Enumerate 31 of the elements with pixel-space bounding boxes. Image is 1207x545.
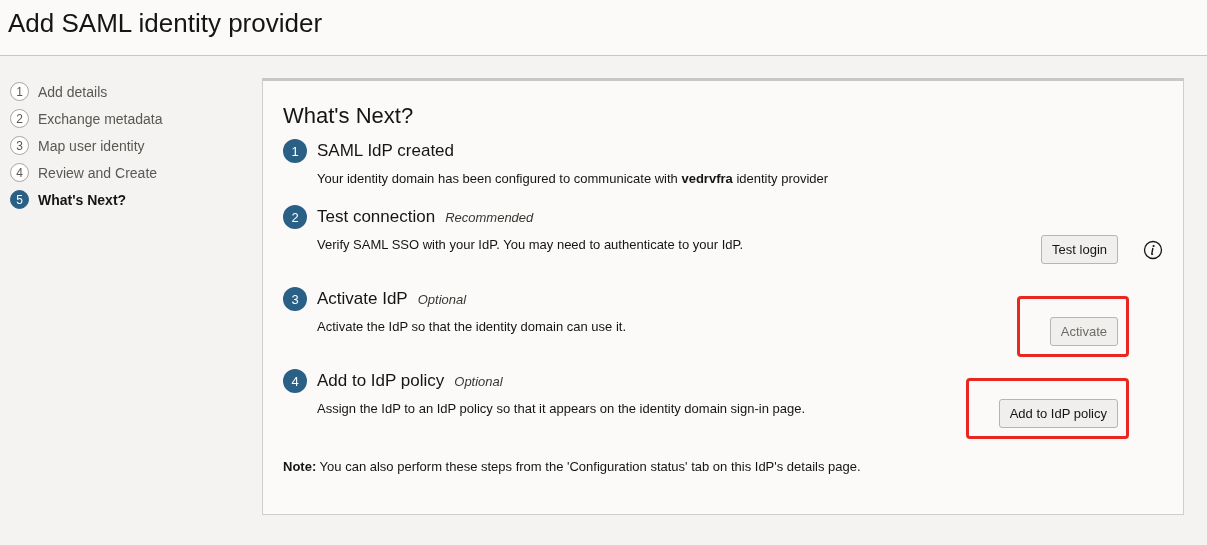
step-title: Activate IdP — [317, 289, 408, 309]
step-label[interactable]: What's Next? — [38, 191, 127, 208]
panel-heading: What's Next? — [283, 103, 415, 129]
action-button[interactable]: Add to IdP policy — [998, 399, 1118, 428]
step-number: 3 — [283, 287, 307, 311]
step-number: 2 — [10, 109, 29, 128]
step-number: 3 — [10, 136, 29, 155]
step-title: Test connection — [317, 207, 436, 227]
action-button[interactable]: Test login — [1041, 235, 1118, 264]
step-number: 4 — [283, 369, 307, 393]
step-label[interactable]: Exchange metadata — [38, 110, 163, 127]
step-label[interactable]: Map user identity — [38, 137, 145, 154]
step-description: Your identity domain has been configured to communicate with vedrvfra identity provider — [317, 171, 830, 186]
step-tag: Optional — [454, 373, 503, 389]
step-label[interactable]: Add details — [38, 83, 108, 100]
note-text: Note: You can also perform these steps from the 'Configuration status' tab on this IdP's details page. — [283, 459, 862, 474]
step-number: 4 — [10, 163, 29, 182]
step-tag: Optional — [417, 291, 467, 307]
step-label[interactable]: Review and Create — [38, 164, 158, 181]
step-description: Activate the IdP so that the identity domain can use it. — [317, 319, 628, 334]
step-number: 2 — [283, 205, 307, 229]
step-tag: Recommended — [445, 209, 534, 225]
info-icon[interactable] — [1143, 239, 1163, 260]
step-number: 1 — [10, 82, 29, 101]
step-description: Assign the IdP to an IdP policy so that it appears on the identity domain sign-in page. — [317, 401, 807, 416]
step-title: Add to IdP policy — [317, 371, 445, 391]
step-number: 5 — [10, 190, 29, 209]
page-title: Add SAML identity provider — [8, 8, 323, 40]
step-title: SAML IdP created — [317, 141, 455, 161]
step-number: 1 — [283, 139, 307, 163]
step-description: Verify SAML SSO with your IdP. You may need to authenticate to your IdP. — [317, 237, 745, 252]
